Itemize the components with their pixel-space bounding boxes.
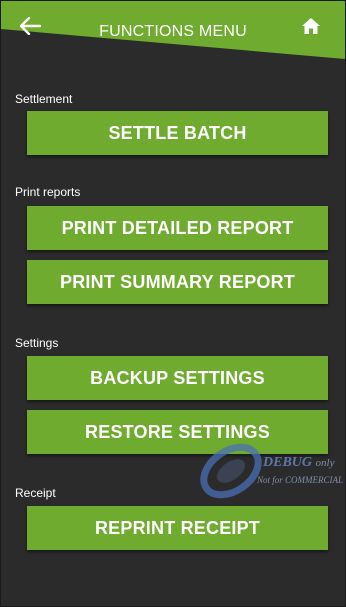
watermark-subtitle: Not for COMMERCIAL [257,475,344,485]
home-icon [302,18,320,34]
backup-settings-button[interactable]: BACKUP SETTINGS [27,356,328,400]
print-summary-report-button[interactable]: PRINT SUMMARY REPORT [27,260,328,304]
home-button[interactable] [301,17,333,49]
header-bar: FUNCTIONS MENU [1,1,345,81]
settle-batch-button[interactable]: SETTLE BATCH [27,111,328,155]
arrow-left-icon [19,17,41,35]
section-label-settlement: Settlement [15,92,73,106]
back-button[interactable] [19,17,51,49]
page-title: FUNCTIONS MENU [99,23,247,40]
watermark-title: DEBUG only [263,455,335,470]
header-background [1,1,345,59]
section-label-settings: Settings [15,336,59,350]
app-screen: FUNCTIONS MENU Settlement SETTLE BATCH P… [0,0,346,607]
print-detailed-report-button[interactable]: PRINT DETAILED REPORT [27,206,328,250]
section-label-print-reports: Print reports [15,185,81,199]
restore-settings-button[interactable]: RESTORE SETTINGS [27,410,328,454]
reprint-receipt-button[interactable]: REPRINT RECEIPT [27,506,328,550]
section-label-receipt: Receipt [15,486,56,500]
